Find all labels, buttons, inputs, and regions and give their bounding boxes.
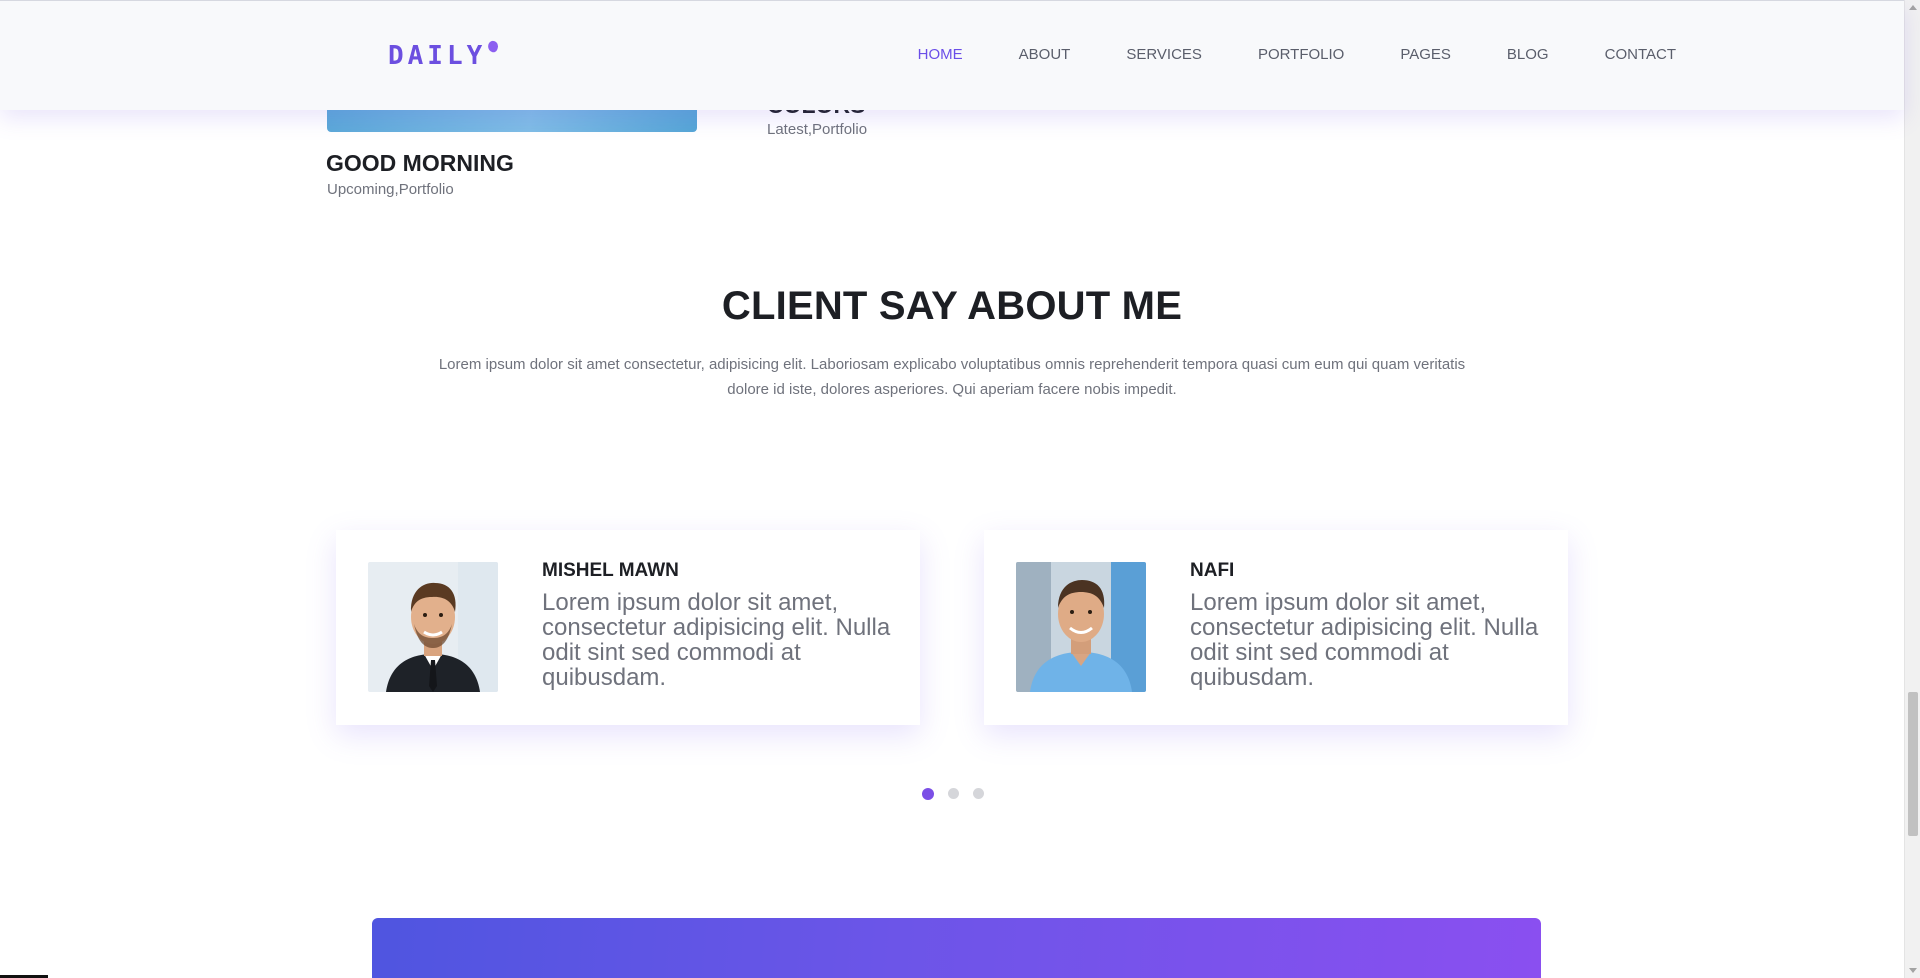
page-scrollbar[interactable]: [1904, 0, 1920, 978]
nav-home[interactable]: HOME: [918, 45, 963, 65]
nav-contact[interactable]: CONTACT: [1605, 45, 1676, 65]
client-name: MISHEL MAWN: [542, 560, 679, 581]
client-name: NAFI: [1190, 560, 1235, 581]
nav-about[interactable]: ABOUT: [1019, 45, 1071, 65]
nav-portfolio[interactable]: PORTFOLIO: [1258, 45, 1344, 65]
scroll-down-icon[interactable]: [1909, 968, 1917, 973]
client-quote: Lorem ipsum dolor sit amet, consectetur …: [542, 589, 891, 691]
scroll-thumb[interactable]: [1908, 692, 1918, 836]
portfolio-item-categories: Upcoming,Portfolio: [327, 181, 454, 198]
cta-banner: [372, 918, 1541, 978]
main-nav: HOME ABOUT SERVICES PORTFOLIO PAGES BLOG…: [862, 45, 1676, 65]
site-header: DAILY HOME ABOUT SERVICES PORTFOLIO PAGE…: [0, 0, 1904, 110]
carousel-dot[interactable]: [973, 788, 984, 799]
carousel-dots: [922, 787, 984, 800]
nav-blog[interactable]: BLOG: [1507, 45, 1549, 65]
carousel-dot[interactable]: [948, 788, 959, 799]
logo-dot-icon: [486, 39, 500, 54]
client-avatar: [368, 562, 498, 692]
testimonial-card: NAFI Lorem ipsum dolor sit amet, consect…: [984, 530, 1568, 725]
nav-services[interactable]: SERVICES: [1126, 45, 1202, 65]
client-quote: Lorem ipsum dolor sit amet, consectetur …: [1190, 589, 1539, 691]
scroll-up-icon[interactable]: [1909, 5, 1917, 10]
site-logo[interactable]: DAILY: [388, 41, 486, 71]
section-description: Lorem ipsum dolor sit amet consectetur, …: [438, 356, 1466, 398]
portfolio-item-categories: Latest,Portfolio: [767, 121, 868, 138]
section-title: CLIENT SAY ABOUT ME: [721, 284, 1183, 328]
client-avatar: [1016, 562, 1146, 692]
nav-pages[interactable]: PAGES: [1400, 45, 1451, 65]
portfolio-item-title[interactable]: GOOD MORNING: [326, 150, 514, 177]
carousel-dot[interactable]: [922, 787, 934, 800]
testimonial-card: MISHEL MAWN Lorem ipsum dolor sit amet, …: [336, 530, 920, 725]
